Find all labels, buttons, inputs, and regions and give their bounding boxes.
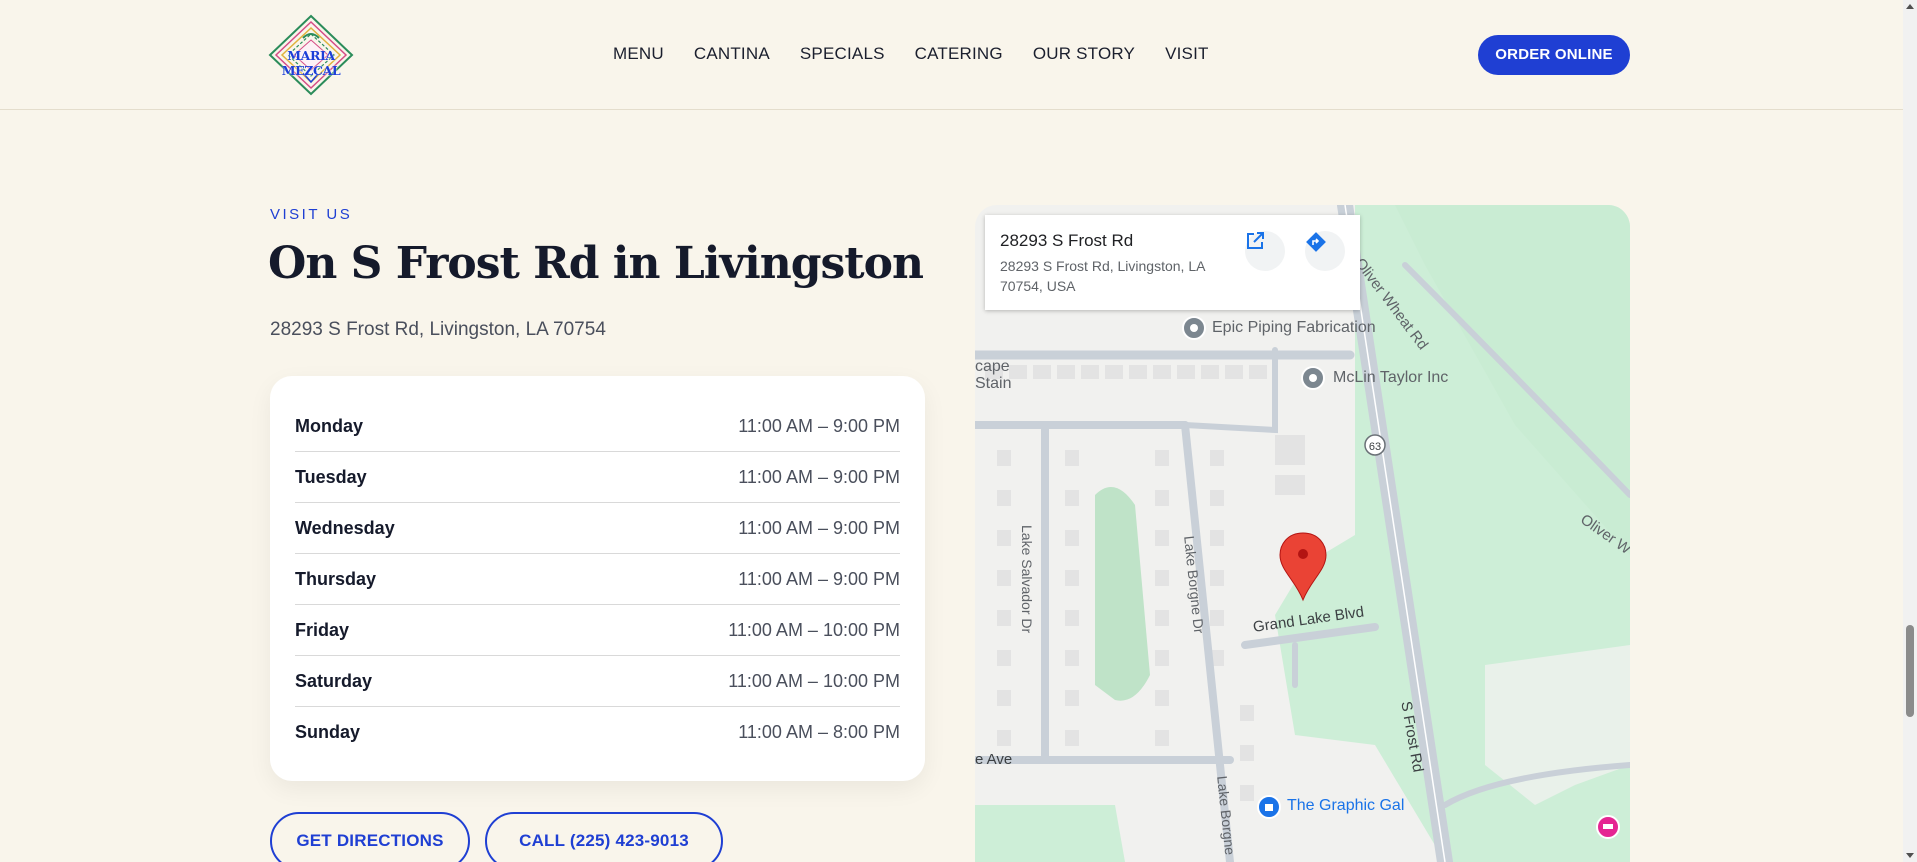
nav-our-story[interactable]: OUR STORY (1033, 44, 1135, 64)
map-card-title: 28293 S Frost Rd (1000, 231, 1134, 250)
map-place-label: The Graphic Gal (1287, 797, 1405, 814)
brand-logo-text: MARIA MEZCAL (281, 48, 341, 78)
poi-marker-shopping[interactable] (1257, 795, 1281, 819)
map-road-label: Lake Salvador Dr (1019, 525, 1035, 634)
location-map[interactable]: 63 Epic Piping Fabrication McLin Taylor … (975, 205, 1630, 862)
hours-row: Monday 11:00 AM – 9:00 PM (295, 401, 900, 452)
hours-day: Sunday (295, 722, 361, 742)
hours-time: 11:00 AM – 8:00 PM (738, 722, 900, 742)
hours-day: Friday (295, 619, 350, 640)
route-shield-label: 63 (1369, 441, 1381, 453)
map-road-label: e Ave (975, 751, 1013, 768)
nav-menu[interactable]: MENU (613, 44, 664, 64)
scrollbar-thumb[interactable] (1906, 625, 1914, 717)
hours-card: Monday 11:00 AM – 9:00 PM Tuesday 11:00 … (270, 376, 925, 781)
hours-row: Friday 11:00 AM – 10:00 PM (295, 605, 900, 656)
nav-catering[interactable]: CATERING (915, 44, 1003, 64)
poi-marker[interactable] (1301, 366, 1325, 390)
hours-time: 11:00 AM – 10:00 PM (728, 619, 900, 640)
map-place-label: Epic Piping Fabrication (1212, 319, 1376, 336)
poi-marker-hotel[interactable] (1596, 815, 1620, 839)
nav-specials[interactable]: SPECIALS (800, 44, 885, 64)
brand-logo[interactable]: MARIA MEZCAL (268, 14, 354, 96)
directions-icon[interactable] (1305, 231, 1345, 271)
order-online-button[interactable]: ORDER ONLINE (1478, 35, 1630, 75)
location-address: 28293 S Frost Rd, Livingston, LA 70754 (270, 319, 606, 340)
hours-time: 11:00 AM – 9:00 PM (738, 568, 900, 589)
hours-row: Saturday 11:00 AM – 10:00 PM (295, 656, 900, 707)
hours-time: 11:00 AM – 9:00 PM (738, 517, 900, 538)
hours-day: Thursday (295, 568, 377, 589)
map-place-label: cape (975, 358, 1010, 375)
hours-day: Tuesday (295, 466, 367, 487)
hours-row: Thursday 11:00 AM – 9:00 PM (295, 554, 900, 605)
scroll-down-icon[interactable] (1906, 853, 1914, 858)
hours-day: Saturday (295, 670, 373, 691)
hours-day: Monday (295, 415, 364, 436)
hours-row: Tuesday 11:00 AM – 9:00 PM (295, 452, 900, 503)
site-header: MARIA MEZCAL MENU CANTINA SPECIALS CATER… (0, 0, 1903, 110)
page-scrollbar[interactable] (1903, 0, 1917, 862)
map-place-label: McLin Taylor Inc (1333, 369, 1449, 386)
main-nav: MENU CANTINA SPECIALS CATERING OUR STORY… (613, 44, 1239, 64)
map-info-card: 28293 S Frost Rd 28293 S Frost Rd, Livin… (985, 215, 1360, 310)
poi-marker[interactable] (1182, 316, 1206, 340)
get-directions-button[interactable]: GET DIRECTIONS (270, 812, 470, 862)
map-card-address: 28293 S Frost Rd, Livingston, LA 70754, … (1000, 258, 1205, 294)
hours-row: Wednesday 11:00 AM – 9:00 PM (295, 503, 900, 554)
nav-cantina[interactable]: CANTINA (694, 44, 770, 64)
call-button[interactable]: CALL (225) 423-9013 (485, 812, 723, 862)
map-place-label: Stain (975, 375, 1012, 392)
scroll-up-icon[interactable] (1906, 4, 1914, 9)
nav-visit[interactable]: VISIT (1165, 44, 1209, 64)
open-in-new-icon[interactable] (1245, 231, 1285, 271)
hours-time: 11:00 AM – 9:00 PM (738, 415, 900, 436)
hours-time: 11:00 AM – 10:00 PM (728, 670, 900, 691)
section-title: On S Frost Rd in Livingston (268, 238, 924, 289)
hours-day: Wednesday (295, 517, 395, 538)
hours-row: Sunday 11:00 AM – 8:00 PM (295, 707, 900, 758)
section-kicker: VISIT US (270, 206, 353, 223)
hours-time: 11:00 AM – 9:00 PM (738, 466, 900, 487)
